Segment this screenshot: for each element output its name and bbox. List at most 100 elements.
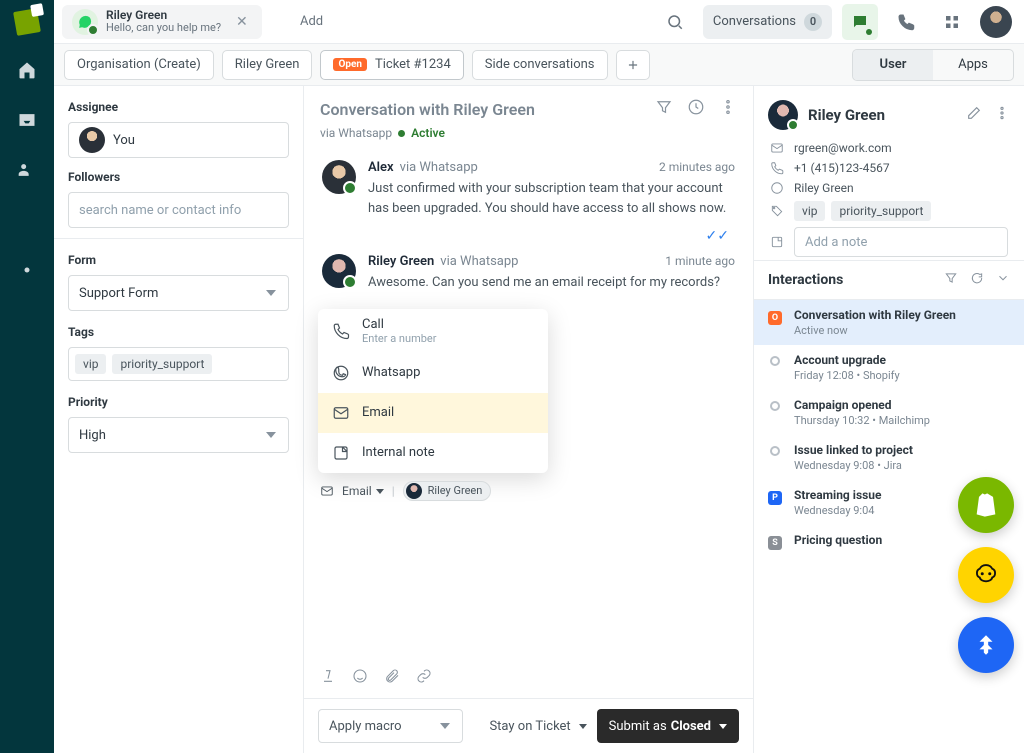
user-avatar[interactable]	[980, 6, 1012, 38]
assignee-avatar	[79, 127, 105, 153]
add-note-input[interactable]	[794, 227, 1008, 257]
more-icon[interactable]	[994, 105, 1010, 125]
attachment-icon[interactable]	[384, 668, 400, 688]
contact-email: rgreen@work.com	[794, 141, 892, 155]
reply-recipient[interactable]: Riley Green	[403, 481, 492, 501]
channel-option-call[interactable]: CallEnter a number	[318, 309, 548, 353]
tags-label: Tags	[68, 325, 289, 339]
refresh-icon[interactable]	[970, 271, 984, 289]
apply-macro-select[interactable]: Apply macro	[318, 709, 463, 743]
assignee-label: Assignee	[68, 100, 289, 114]
contact-name: Riley Green	[808, 106, 885, 124]
tag-chip[interactable]: vip	[75, 354, 106, 374]
tag-chip: vip	[794, 201, 825, 221]
interaction-item[interactable]: Issue linked to projectWednesday 9:08 • …	[754, 435, 1024, 480]
conversation-panel: Conversation with Riley Green via Whatsa…	[304, 86, 754, 753]
topbar: Riley Green Hello, can you help me? ✕ Ad…	[54, 0, 1024, 44]
segment-apps[interactable]: Apps	[933, 50, 1013, 80]
apps-icon[interactable]	[934, 4, 970, 40]
reply-bar: Email | Riley Green	[304, 473, 753, 509]
filter-icon[interactable]	[655, 98, 673, 120]
assignee-field[interactable]: You	[68, 122, 289, 158]
shopify-bubble[interactable]	[958, 477, 1014, 533]
recipient-avatar	[406, 483, 422, 499]
add-side-tab-button[interactable]	[616, 50, 650, 80]
channel-option-email[interactable]: Email	[318, 393, 548, 433]
interactions-label: Interactions	[768, 272, 843, 288]
tab-contact[interactable]: Riley Green	[222, 50, 313, 80]
conversations-button[interactable]: Conversations 0	[703, 5, 832, 39]
form-select[interactable]: Support Form	[68, 275, 289, 311]
context-segment: User Apps	[852, 49, 1014, 81]
status-badge: Open	[333, 58, 367, 71]
left-nav-rail	[0, 0, 54, 753]
conversation-status: Active	[411, 126, 445, 140]
channel-menu: CallEnter a number Whatsapp Email Intern…	[318, 309, 548, 473]
logo-icon	[13, 8, 41, 36]
edit-icon[interactable]	[966, 105, 982, 125]
channel-option-whatsapp[interactable]: Whatsapp	[318, 353, 548, 393]
tag-chip: priority_support	[831, 201, 931, 221]
phone-icon[interactable]	[888, 4, 924, 40]
delivered-icon: ✓✓	[304, 228, 753, 244]
tags-field[interactable]: vip priority_support	[68, 347, 289, 381]
interaction-item[interactable]: OConversation with Riley GreenActive now	[754, 300, 1024, 345]
inbox-icon[interactable]	[17, 110, 37, 134]
emoji-icon[interactable]	[352, 668, 368, 688]
form-label: Form	[68, 253, 289, 267]
stay-on-ticket-button[interactable]: Stay on Ticket	[489, 719, 586, 734]
conversations-count: 0	[804, 13, 822, 31]
segment-user[interactable]: User	[853, 50, 933, 80]
tabstrip: Organisation (Create) Riley Green Open T…	[54, 44, 1024, 86]
contact-phone: +1 (415)123-4567	[794, 161, 890, 175]
add-label: Add	[300, 14, 323, 29]
interaction-item[interactable]: Account upgradeFriday 12:08 • Shopify	[754, 345, 1024, 390]
text-format-icon[interactable]	[320, 668, 336, 688]
priority-label: Priority	[68, 395, 289, 409]
message: Riley Green via Whatsapp 1 minute ago Aw…	[304, 244, 753, 303]
more-icon[interactable]	[719, 98, 737, 120]
message: Alex via Whatsapp 2 minutes ago Just con…	[304, 150, 753, 228]
search-icon[interactable]	[657, 4, 693, 40]
contact-avatar	[768, 100, 798, 130]
chevron-down-icon[interactable]	[996, 271, 1010, 289]
status-dot	[398, 130, 405, 137]
customers-icon[interactable]	[17, 160, 37, 184]
add-tab-button[interactable]: Add	[272, 14, 331, 29]
link-icon[interactable]	[416, 668, 432, 688]
conversation-title: Conversation with Riley Green	[320, 100, 535, 119]
close-icon[interactable]: ✕	[236, 14, 252, 30]
jira-bubble[interactable]	[958, 617, 1014, 673]
settings-icon[interactable]	[17, 260, 37, 284]
tag-chip[interactable]: priority_support	[112, 354, 212, 374]
whatsapp-icon	[72, 9, 98, 35]
contact-whatsapp: Riley Green	[794, 181, 854, 195]
integration-bubbles	[958, 477, 1014, 673]
ticket-footer: Apply macro Stay on Ticket Submit as Clo…	[304, 698, 753, 753]
interaction-item[interactable]: Campaign openedThursday 10:32 • Mailchim…	[754, 390, 1024, 435]
history-icon[interactable]	[687, 98, 705, 120]
message-avatar	[322, 254, 356, 288]
ticket-sidebar: Assignee You Followers Form Support Form	[54, 86, 304, 753]
tab-ticket[interactable]: Open Ticket #1234	[320, 50, 463, 80]
tab-side-conversations[interactable]: Side conversations	[472, 50, 608, 80]
message-avatar	[322, 160, 356, 194]
conversation-via: via Whatsapp	[320, 126, 392, 140]
priority-select[interactable]: High	[68, 417, 289, 453]
reports-icon[interactable]	[17, 210, 37, 234]
followers-search[interactable]	[79, 203, 278, 218]
conversations-label: Conversations	[713, 14, 796, 29]
active-tab-chip[interactable]: Riley Green Hello, can you help me? ✕	[62, 5, 262, 39]
channel-option-internal-note[interactable]: Internal note	[318, 433, 548, 473]
filter-icon[interactable]	[944, 271, 958, 289]
followers-input[interactable]	[68, 192, 289, 228]
chat-icon[interactable]	[842, 4, 878, 40]
home-icon[interactable]	[17, 60, 37, 84]
submit-button[interactable]: Submit as Closed	[597, 709, 739, 743]
editor-toolbar	[304, 658, 753, 698]
reply-channel[interactable]: Email	[342, 484, 384, 498]
followers-label: Followers	[68, 170, 289, 184]
tab-subtitle: Hello, can you help me?	[106, 22, 221, 34]
tab-organisation[interactable]: Organisation (Create)	[64, 50, 214, 80]
mailchimp-bubble[interactable]	[958, 547, 1014, 603]
